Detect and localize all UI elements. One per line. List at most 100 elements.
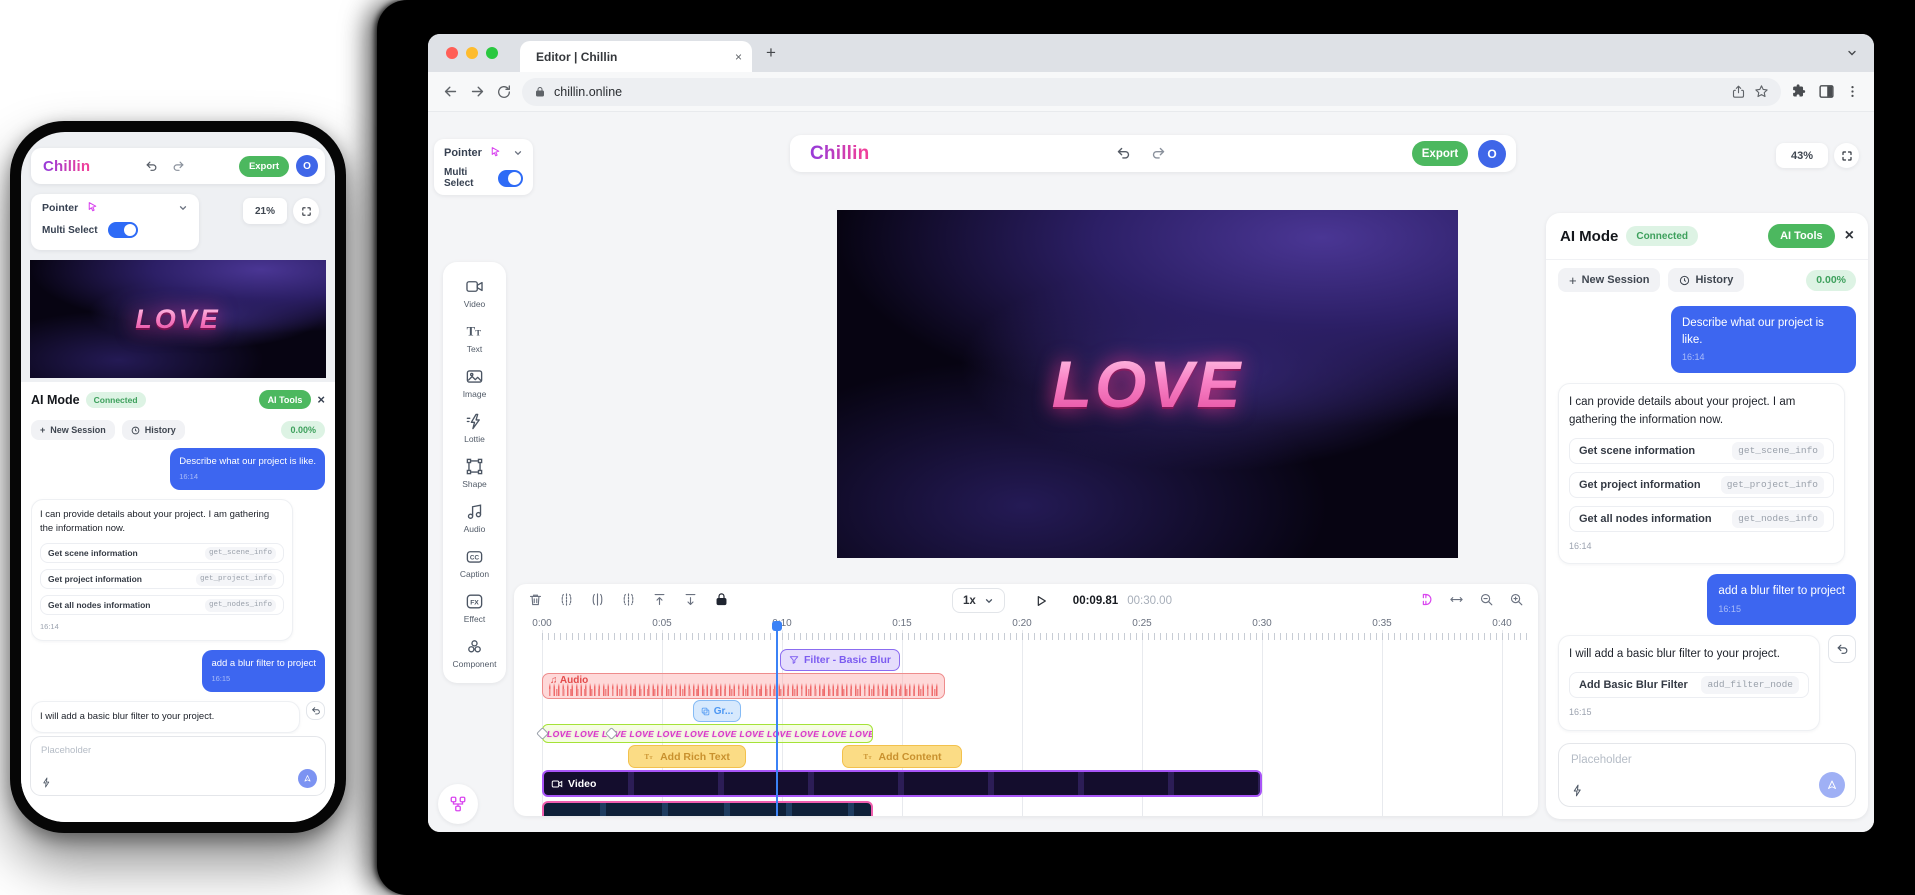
ai-mode-title: AI Mode [31,393,80,407]
lock-icon[interactable] [714,592,729,607]
delete-icon[interactable] [528,592,543,607]
chevron-down-icon[interactable] [178,203,188,213]
user-message: add a blur filter to project16:15 [1707,574,1856,625]
chat-input[interactable] [1571,754,1843,766]
reload-button[interactable] [496,84,512,100]
tabstrip-chevron-icon[interactable] [1846,47,1858,59]
bolt-icon[interactable] [1571,784,1584,797]
bookmark-star-icon[interactable] [1754,84,1769,99]
video-canvas[interactable]: LOVE [837,210,1458,558]
redo-icon[interactable] [1151,146,1166,161]
stage: Chillin Export O Pointer Multi Select [0,0,1915,895]
raise-layer-icon[interactable] [652,592,667,607]
close-icon[interactable]: × [317,392,325,407]
rail-item-image[interactable]: Image [443,360,506,405]
url-bar[interactable]: chillin.online [522,78,1781,106]
clip-filter-basic-blur[interactable]: Filter - Basic Blur [780,649,900,671]
rail-item-effect[interactable]: FX Effect [443,585,506,630]
clip-video[interactable]: Video [542,770,1262,797]
ai-mode-title: AI Mode [1560,228,1618,245]
timeline-toolbar: 1x 00:09.81 00:30.00 [514,584,1538,618]
phone-video-preview[interactable]: LOVE [30,260,326,378]
maximize-window-button[interactable] [486,47,498,59]
clip-video-secondary[interactable] [542,801,873,816]
extensions-puzzle-icon[interactable] [1791,83,1808,100]
clip-audio[interactable]: ♫ Audio [542,673,945,699]
user-message: Describe what our project is like.16:14 [170,448,325,490]
back-button[interactable] [442,83,459,100]
split-icon[interactable] [590,592,605,607]
chevron-down-icon[interactable] [513,148,523,158]
history-icon [1679,275,1690,286]
browser-tab[interactable]: Editor | Chillin × [520,41,752,72]
forward-button[interactable] [469,83,486,100]
bolt-icon[interactable] [41,777,52,788]
new-session-button[interactable]: +New Session [1558,268,1660,292]
browser-menu-icon[interactable] [1845,84,1860,99]
traffic-lights [446,47,498,59]
component-icon [465,637,484,656]
clip-add-content[interactable]: TT Add Content [842,745,962,768]
multi-select-label: Multi Select [42,225,98,236]
close-window-button[interactable] [446,47,458,59]
history-button[interactable]: History [122,420,185,440]
minimize-window-button[interactable] [466,47,478,59]
playback-speed-select[interactable]: 1x [952,588,1005,613]
ruler-label: 0:15 [892,618,911,629]
export-button[interactable]: Export [1412,141,1468,166]
zoom-level-badge[interactable]: 43% [1776,143,1828,168]
assistant-message: I can provide details about your project… [1558,383,1845,564]
fullscreen-button[interactable] [1834,143,1859,168]
playhead-handle[interactable] [772,621,782,631]
redo-icon[interactable] [172,160,185,173]
rail-item-lottie[interactable]: Lottie [443,405,506,450]
playhead-line[interactable] [776,626,778,816]
zoom-level-badge[interactable]: 21% [243,198,287,224]
split-right-icon[interactable] [621,592,636,607]
tab-strip: Editor | Chillin × + [428,34,1874,72]
rail-item-text[interactable]: TT Text [443,315,506,360]
ai-tools-button[interactable]: AI Tools [1768,224,1835,248]
tab-close-icon[interactable]: × [735,50,742,64]
undo-icon[interactable] [145,160,158,173]
chat-input[interactable] [41,745,311,756]
clip-love-text[interactable]: LOVE LOVE LOVE LOVE LOVE LOVE LOVE LOVE … [542,724,873,743]
zoom-out-icon[interactable] [1479,592,1494,607]
browser-toolbar: chillin.online [428,72,1874,112]
new-tab-button[interactable]: + [766,43,776,63]
zoom-in-icon[interactable] [1509,592,1524,607]
rail-item-shape[interactable]: Shape [443,450,506,495]
revert-button[interactable] [306,701,325,720]
assistant-message: I will add a basic blur filter to your p… [1558,635,1820,731]
user-message: Describe what our project is like.16:14 [1671,306,1856,373]
rail-item-caption[interactable]: CC Caption [443,540,506,585]
avatar[interactable]: O [1478,140,1506,168]
clip-add-rich-text[interactable]: TT Add Rich Text [628,745,746,768]
fit-width-icon[interactable] [1449,592,1464,607]
send-button[interactable] [298,769,317,788]
ai-tools-button[interactable]: AI Tools [259,390,312,409]
rail-item-audio[interactable]: Audio [443,495,506,540]
rail-item-component[interactable]: Component [443,630,506,675]
lower-layer-icon[interactable] [683,592,698,607]
export-button[interactable]: Export [239,156,289,177]
share-icon[interactable] [1731,84,1746,99]
side-panel-icon[interactable] [1818,83,1835,100]
history-button[interactable]: History [1668,268,1744,292]
play-button[interactable] [1033,593,1049,609]
assistant-message: I can provide details about your project… [31,499,293,642]
magnet-snap-icon[interactable] [1419,592,1434,607]
clip-group[interactable]: Gr... [693,700,741,722]
send-button[interactable] [1819,772,1845,798]
revert-button[interactable] [1828,635,1856,663]
multi-select-toggle[interactable] [108,222,138,238]
fullscreen-button[interactable] [293,198,319,224]
split-left-icon[interactable] [559,592,574,607]
node-graph-button[interactable] [438,784,478,824]
undo-icon[interactable] [1116,146,1131,161]
new-session-button[interactable]: +New Session [31,420,115,440]
multi-select-toggle[interactable] [498,170,523,187]
close-icon[interactable]: × [1845,227,1854,245]
avatar[interactable]: O [296,155,318,177]
rail-item-video[interactable]: Video [443,270,506,315]
